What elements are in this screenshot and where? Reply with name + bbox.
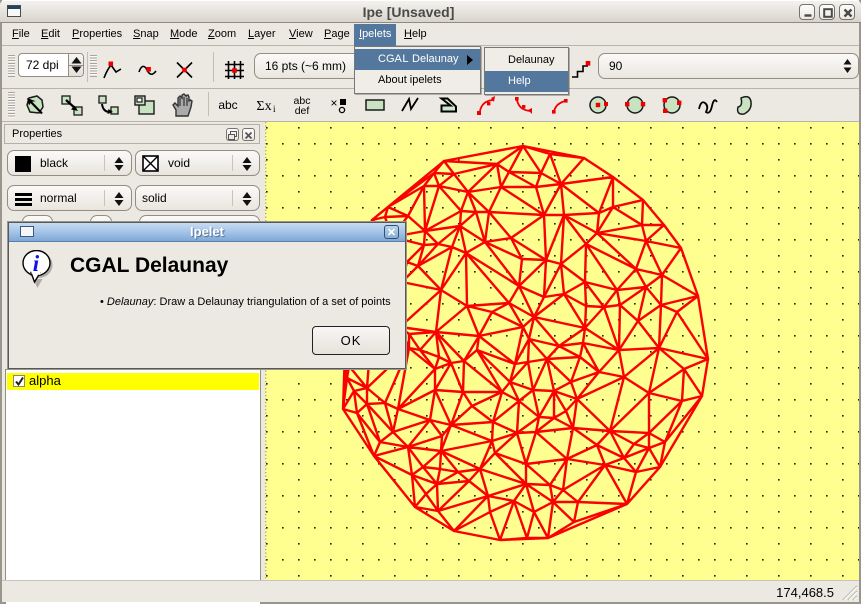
svg-text:i: i xyxy=(33,251,40,276)
svg-text:×: × xyxy=(330,96,337,110)
svg-text:i: i xyxy=(273,104,276,114)
svg-text:Σx: Σx xyxy=(256,99,271,114)
svg-text:def: def xyxy=(295,105,310,117)
svg-text:abc: abc xyxy=(218,98,237,112)
